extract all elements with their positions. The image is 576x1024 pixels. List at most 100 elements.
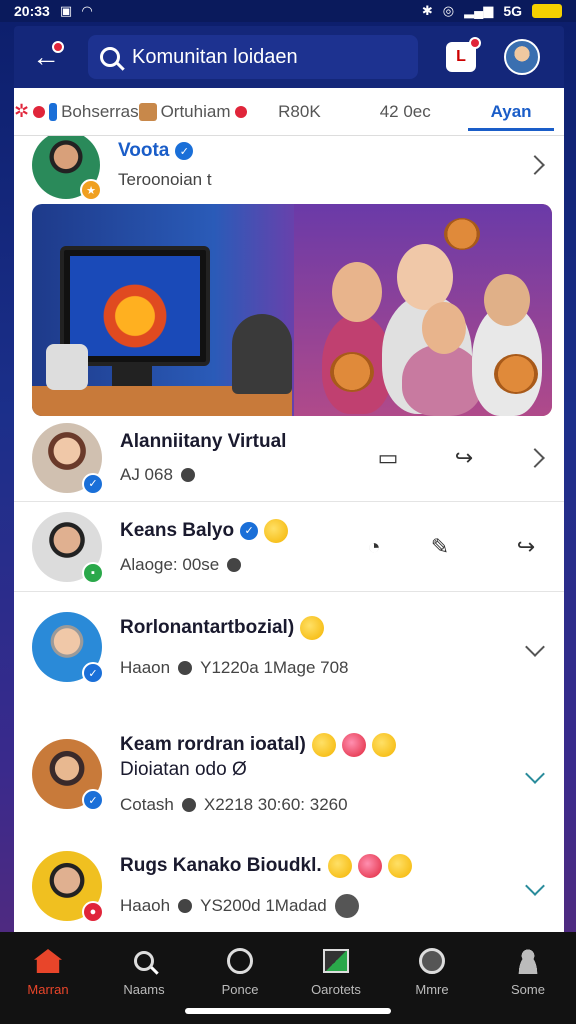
nav-home[interactable]: Marran xyxy=(3,946,93,997)
person-head xyxy=(397,244,453,310)
chevron-right-icon[interactable] xyxy=(525,155,545,175)
list-item[interactable]: ✓ Rorlonantartbozial) Haaon Y1220a 1Mage… xyxy=(14,592,564,702)
person xyxy=(402,344,482,416)
item-meta-detail: Y1220a 1Mage 708 xyxy=(200,658,349,677)
app-header: ← Komunitan loidaen L xyxy=(14,26,564,88)
status-badge: ● xyxy=(82,901,104,923)
item-meta: Teroonoian t xyxy=(118,170,212,189)
clock-icon xyxy=(227,948,253,974)
tab-badge xyxy=(234,105,247,118)
monitor-stand xyxy=(112,366,152,386)
emoji-icon xyxy=(334,894,359,918)
tab-42[interactable]: 42 0ec xyxy=(352,88,458,135)
star-icon: ✲ xyxy=(14,101,30,121)
featured-image[interactable] xyxy=(32,204,552,416)
profile-icon xyxy=(515,948,541,974)
bookmark-icon xyxy=(49,102,58,121)
tab-bar: ✲ Bohserras Ortuhiam R80K 42 0ec Ayan xyxy=(14,88,564,136)
reaction-icon xyxy=(227,557,242,572)
bluetooth-icon: ✱ xyxy=(421,3,433,18)
back-badge xyxy=(52,41,64,53)
chevron-down-icon[interactable] xyxy=(525,764,545,784)
list-item[interactable]: ★ Voota ✓ Teroonoian t xyxy=(14,136,564,201)
toy-illustration xyxy=(444,218,480,250)
notifications-button[interactable]: L xyxy=(446,37,481,72)
lamp-illustration xyxy=(46,344,88,390)
emoji-icon xyxy=(357,854,382,878)
battery-icon xyxy=(532,4,562,18)
tab-ortuhiam[interactable]: Ortuhiam xyxy=(138,88,247,135)
share-icon[interactable]: ↪ xyxy=(506,527,546,567)
nav-more[interactable]: Mmre xyxy=(387,946,477,997)
nav-clock[interactable]: Ponce xyxy=(195,946,285,997)
wifi-icon: ◠ xyxy=(82,3,93,18)
item-name: Keans Balyo xyxy=(120,519,235,541)
item-name: Keam rordran ioatal) xyxy=(120,734,306,755)
image-icon xyxy=(323,949,349,973)
emoji-icon xyxy=(341,733,366,757)
chevron-down-icon[interactable] xyxy=(525,637,545,657)
item-meta-detail: X2218 30:60: 3260 xyxy=(203,795,348,814)
nav-profile[interactable]: Some xyxy=(483,946,573,997)
avatar: ● xyxy=(32,851,104,923)
emoji-icon xyxy=(300,616,325,640)
nav-label: Marran xyxy=(27,982,69,997)
reaction-icon xyxy=(178,899,193,913)
item-meta: Haaon xyxy=(120,658,171,677)
signal-icon: ▂▄▆ xyxy=(464,3,494,18)
notifications-label: L xyxy=(456,48,466,65)
chevron-right-icon[interactable] xyxy=(525,447,545,468)
emoji-icon xyxy=(311,733,336,757)
tab-ayan[interactable]: Ayan xyxy=(458,88,564,135)
search-icon xyxy=(100,47,120,67)
save-icon[interactable]: ▭ xyxy=(368,438,408,478)
home-icon xyxy=(34,949,62,973)
tab-bohserras[interactable]: ✲ Bohserras xyxy=(14,88,139,135)
nav-search[interactable]: Naams xyxy=(99,946,189,997)
item-name: Rugs Kanako Bioudkl. xyxy=(120,855,322,876)
nav-label: Some xyxy=(511,982,545,997)
verified-badge: ✓ xyxy=(82,789,104,811)
nav-label: Mmre xyxy=(415,982,449,997)
toy-illustration xyxy=(330,352,374,392)
profile-avatar[interactable] xyxy=(504,39,540,75)
status-bar: 20:33 ▣ ◠ ✱ ◎ ▂▄▆ 5G xyxy=(0,0,576,22)
edit-icon[interactable]: ✎ xyxy=(420,527,460,567)
list-item[interactable]: ● Rugs Kanako Bioudkl. Haaoh YS200d 1Mad… xyxy=(14,836,564,932)
item-name: Rorlonantartbozial) xyxy=(120,617,295,638)
reaction-icon xyxy=(181,798,196,812)
list-item[interactable]: ✓ Keam rordran ioatal) Dioiatan odo Ø Co… xyxy=(14,712,564,836)
search-input[interactable]: Komunitan loidaen xyxy=(88,35,418,79)
share-icon[interactable]: ↪ xyxy=(444,438,484,478)
avatar: ✓ xyxy=(32,612,104,684)
notification-badge xyxy=(469,37,481,49)
person-head xyxy=(332,262,382,322)
status-badge: ★ xyxy=(80,179,102,201)
search-icon xyxy=(134,951,154,971)
list-item[interactable]: ▪ Keans Balyo ✓ Alaoge: 00se ◔ ✎ ↪ xyxy=(14,502,564,592)
home-indicator xyxy=(185,1008,391,1014)
nav-gallery[interactable]: Oarotets xyxy=(291,946,381,997)
verified-icon: ✓ xyxy=(175,142,194,160)
back-button[interactable]: ← xyxy=(26,37,66,77)
item-meta: Cotash xyxy=(120,795,174,814)
thumbs-up-icon xyxy=(138,102,157,121)
online-badge: ▪ xyxy=(82,561,104,584)
avatar: ★ xyxy=(32,136,102,201)
emoji-icon xyxy=(264,518,289,543)
chevron-down-icon[interactable] xyxy=(525,876,545,896)
status-time: 20:33 xyxy=(14,3,50,19)
reaction-icon xyxy=(180,467,195,482)
app-notification-icon: ▣ xyxy=(59,3,73,18)
nav-label: Ponce xyxy=(221,982,259,997)
verified-icon: ✓ xyxy=(240,521,259,540)
clock-icon[interactable]: ◔ xyxy=(354,527,394,567)
search-text: Komunitan loidaen xyxy=(132,45,298,68)
item-meta-detail: YS200d 1Madad xyxy=(200,896,327,915)
list-item[interactable]: ✓ Alanniitany Virtual AJ 068 ▭ ↪ xyxy=(14,414,564,502)
person-arm xyxy=(232,314,292,394)
tab-label: Bohserras xyxy=(61,101,139,121)
item-subtitle: Dioiatan odo Ø xyxy=(120,759,247,780)
emoji-icon xyxy=(371,733,396,757)
tab-r80k[interactable]: R80K xyxy=(247,88,353,135)
